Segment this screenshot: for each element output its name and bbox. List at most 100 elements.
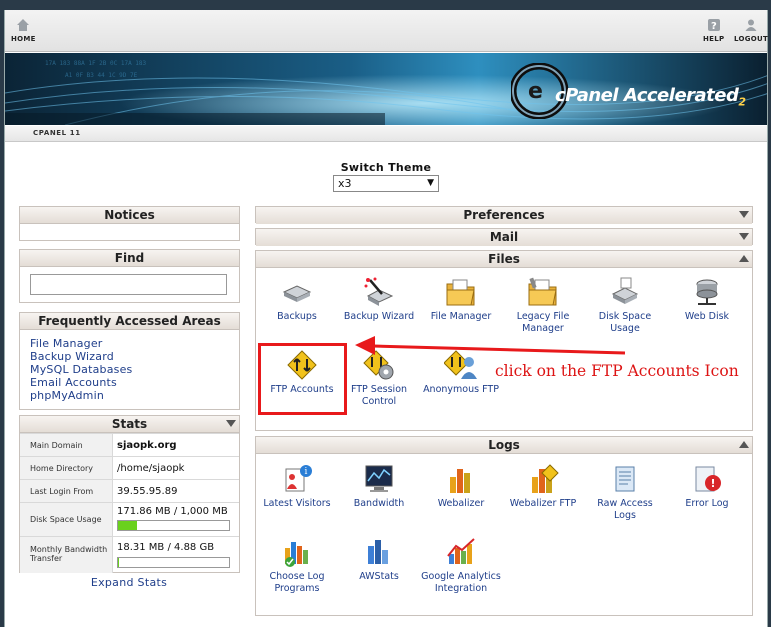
version-bar: CPANEL 11 <box>5 126 767 142</box>
help-label: HELP <box>703 35 725 43</box>
backup-wizard-label: Backup Wizard <box>343 311 415 322</box>
theme-select[interactable]: x3 ▼ <box>333 175 439 192</box>
link-email-accounts[interactable]: Email Accounts <box>30 376 132 389</box>
link-phpmyadmin[interactable]: phpMyAdmin <box>30 389 132 402</box>
top-bar: HOME ? HELP LOGOUT <box>5 10 768 52</box>
legacy-file-manager-label: Legacy File Manager <box>516 311 570 334</box>
backups-label: Backups <box>277 311 317 322</box>
svg-text:17A 183 88A 1F 2B 0C 17A: 17A 183 88A 1F 2B 0C 17A 183 <box>45 60 147 67</box>
stats-row-bandwidth: Monthly Bandwidth Transfer 18.31 MB / 4.… <box>20 536 239 573</box>
cpanel-logo: e cPanel Accelerated2 <box>511 63 761 119</box>
stats-key: Last Login From <box>30 487 94 496</box>
awstats-item[interactable]: AWStats <box>339 536 419 583</box>
cpanel-brand-text: cPanel <box>555 85 619 106</box>
find-input[interactable] <box>30 274 227 295</box>
logout-label: LOGOUT <box>734 35 769 43</box>
ftp-session-control-item[interactable]: FTP Session Control <box>339 349 419 408</box>
latest-visitors-icon: i <box>285 465 312 492</box>
mail-section[interactable]: Mail <box>255 228 753 246</box>
bandwidth-usage-bar <box>117 557 230 568</box>
file-manager-item[interactable]: File Manager <box>421 276 501 323</box>
raw-access-logs-item[interactable]: Raw Access Logs <box>585 463 665 522</box>
svg-text:!: ! <box>710 477 715 490</box>
file-manager-label: File Manager <box>430 311 492 322</box>
choose-log-programs-item[interactable]: Choose Log Programs <box>257 536 337 595</box>
link-mysql-databases[interactable]: MySQL Databases <box>30 363 132 376</box>
anonymous-ftp-item[interactable]: Anonymous FTP <box>421 349 501 396</box>
logout-button[interactable]: LOGOUT <box>734 18 768 43</box>
stats-key: Disk Space Usage <box>30 515 102 524</box>
collapse-arrow-icon[interactable] <box>226 420 236 427</box>
ftp-accounts-highlight-box <box>258 343 347 415</box>
anonymous-ftp-label: Anonymous FTP <box>423 384 499 395</box>
web-disk-label: Web Disk <box>684 311 730 322</box>
stats-title: Stats <box>111 417 148 431</box>
stats-value: 39.55.95.89 <box>117 486 178 497</box>
raw-access-logs-icon <box>615 466 635 492</box>
cpanel-tagline-text: Accelerated <box>623 85 739 106</box>
files-title: Files <box>488 252 520 266</box>
stats-row-last-login: Last Login From 39.55.95.89 <box>20 479 239 502</box>
disk-space-usage-item[interactable]: Disk Space Usage <box>585 276 665 335</box>
disk-usage-fill <box>118 521 137 530</box>
collapse-arrow-icon[interactable] <box>739 441 749 448</box>
preferences-section[interactable]: Preferences <box>255 206 753 224</box>
google-analytics-icon <box>447 538 475 564</box>
backup-wizard-item[interactable]: Backup Wizard <box>339 276 419 323</box>
logs-header[interactable]: Logs <box>256 437 752 454</box>
svg-text:i: i <box>305 467 308 477</box>
logout-user-icon <box>745 19 757 31</box>
link-file-manager[interactable]: File Manager <box>30 337 132 350</box>
legacy-file-manager-item[interactable]: Legacy File Manager <box>503 276 583 335</box>
stats-value: sjaopk.org <box>117 440 177 451</box>
stats-value: 171.86 MB / 1,000 MB <box>117 506 228 517</box>
latest-visitors-item[interactable]: i Latest Visitors <box>257 463 337 510</box>
stats-row-main-domain: Main Domain sjaopk.org <box>20 433 239 456</box>
webalizer-ftp-label: Webalizer FTP <box>509 498 577 509</box>
disk-space-usage-icon <box>611 277 639 304</box>
legacy-file-manager-icon <box>528 277 557 306</box>
web-disk-item[interactable]: Web Disk <box>667 276 747 323</box>
backups-item[interactable]: Backups <box>257 276 337 323</box>
home-label: HOME <box>11 35 36 43</box>
expand-arrow-icon[interactable] <box>739 211 749 218</box>
ftp-session-control-icon <box>363 350 394 380</box>
cpanel-page: HOME ? HELP LOGOUT 17A 183 88A 1F 2B 0C … <box>4 10 768 627</box>
webalizer-ftp-item[interactable]: Webalizer FTP <box>503 463 583 510</box>
frequently-accessed-box: Frequently Accessed Areas File Manager B… <box>19 312 240 410</box>
bandwidth-icon <box>365 465 393 492</box>
backups-icon <box>282 285 312 302</box>
raw-access-logs-label: Raw Access Logs <box>597 498 653 521</box>
bandwidth-item[interactable]: Bandwidth <box>339 463 419 510</box>
ftp-session-control-label: FTP Session Control <box>350 384 408 407</box>
choose-log-programs-label: Choose Log Programs <box>269 571 325 594</box>
stats-row-home-directory: Home Directory /home/sjaopk <box>20 456 239 479</box>
expand-stats-link[interactable]: Expand Stats <box>19 576 239 589</box>
annotation-text: click on the FTP Accounts Icon <box>495 362 739 380</box>
dropdown-arrow-icon: ▼ <box>427 178 434 188</box>
webalizer-ftp-icon <box>532 464 559 493</box>
disk-usage-bar <box>117 520 230 531</box>
latest-visitors-label: Latest Visitors <box>263 498 331 509</box>
stats-header[interactable]: Stats <box>20 416 239 433</box>
files-header[interactable]: Files <box>256 251 752 268</box>
switch-theme-label: Switch Theme <box>340 161 432 174</box>
webalizer-item[interactable]: Webalizer <box>421 463 501 510</box>
help-icon: ? <box>707 19 720 32</box>
home-button[interactable]: HOME <box>11 18 36 43</box>
link-backup-wizard[interactable]: Backup Wizard <box>30 350 132 363</box>
theme-selected-value: x3 <box>338 177 352 190</box>
awstats-icon <box>368 540 388 564</box>
mail-title: Mail <box>489 230 519 244</box>
help-button[interactable]: ? HELP <box>703 18 724 43</box>
error-log-label: Error Log <box>685 498 729 509</box>
choose-log-programs-icon <box>285 542 308 567</box>
google-analytics-item[interactable]: Google Analytics Integration <box>421 536 501 595</box>
collapse-arrow-icon[interactable] <box>739 255 749 262</box>
notices-box: Notices <box>19 206 240 241</box>
stats-row-disk-space: Disk Space Usage 171.86 MB / 1,000 MB <box>20 502 239 536</box>
expand-arrow-icon[interactable] <box>739 233 749 240</box>
svg-text:A1 0F B3 44 1C 9D 7E: A1 0F B3 44 1C 9D 7E <box>65 72 138 79</box>
cpanel-version-sub: 2 <box>738 95 746 109</box>
error-log-item[interactable]: ! Error Log <box>667 463 747 510</box>
